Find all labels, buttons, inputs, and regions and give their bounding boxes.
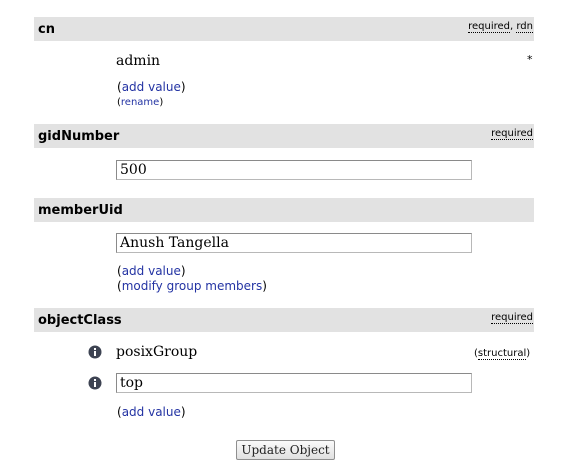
- paren-close: ): [180, 80, 186, 94]
- objectclass-value-posixgroup: posixGroup: [113, 342, 469, 362]
- cn-rename-line: (rename): [117, 97, 163, 108]
- structural-note: (structural): [474, 348, 531, 360]
- paren-close: ): [180, 405, 186, 419]
- update-object-button[interactable]: Update Object: [236, 440, 335, 460]
- attr-flags-objectclass: required: [491, 312, 533, 324]
- paren-close: ): [526, 348, 531, 359]
- info-icon[interactable]: [88, 376, 102, 390]
- cn-value: admin: [113, 51, 469, 71]
- objectclass-input-top[interactable]: top: [116, 373, 472, 393]
- attr-header-gidnumber: gidNumber required: [34, 124, 534, 148]
- attr-header-objectclass: objectClass required: [34, 308, 534, 332]
- attr-header-memberuid: memberUid: [34, 198, 534, 222]
- memberuid-add-value-line: (add value): [117, 264, 186, 278]
- required-flag: required: [491, 128, 533, 140]
- memberuid-add-value-link[interactable]: add value: [122, 264, 181, 278]
- modify-group-members-link[interactable]: modify group members: [122, 279, 263, 293]
- cn-add-value-line: (add value): [117, 80, 186, 94]
- attr-name-memberuid: memberUid: [38, 203, 123, 218]
- structural-label: structural: [477, 348, 527, 360]
- cn-add-value-link[interactable]: add value: [122, 80, 181, 94]
- rdn-flag: rdn: [516, 21, 533, 33]
- objectclass-add-value-line: (add value): [117, 405, 186, 419]
- cn-rename-link[interactable]: rename: [121, 97, 159, 108]
- required-flag: required: [468, 21, 511, 33]
- attr-flags-cn: required, rdn: [468, 21, 533, 33]
- attr-header-cn: cn required, rdn: [34, 17, 534, 41]
- required-flag: required: [491, 312, 533, 324]
- required-marker: *: [527, 53, 533, 66]
- attr-name-cn: cn: [38, 22, 55, 37]
- paren-close: ): [180, 264, 186, 278]
- modify-members-line: (modify group members): [117, 279, 267, 293]
- info-icon[interactable]: [88, 345, 102, 359]
- attr-name-gidnumber: gidNumber: [38, 129, 120, 144]
- attr-name-objectclass: objectClass: [38, 313, 122, 328]
- paren-close: ): [159, 97, 164, 108]
- attr-flags-gidnumber: required: [491, 128, 533, 140]
- objectclass-add-value-link[interactable]: add value: [122, 405, 181, 419]
- memberuid-input[interactable]: Anush Tangella: [116, 233, 472, 253]
- paren-close: ): [262, 279, 267, 293]
- gidnumber-input[interactable]: 500: [116, 160, 472, 180]
